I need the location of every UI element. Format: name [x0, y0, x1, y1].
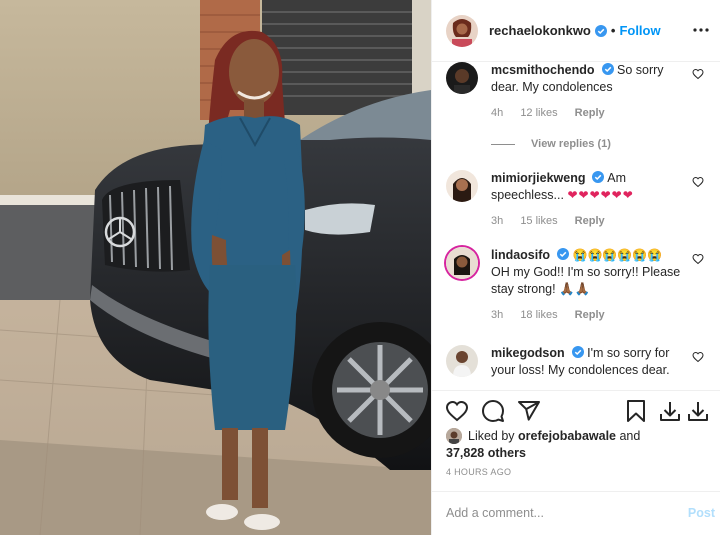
separator-dot: • [610, 23, 616, 38]
comment-meta: 3h 18 likes Reply [491, 307, 683, 324]
comment-body: mcsmithochendo So sorry dear. My condole… [491, 62, 683, 122]
comment-username[interactable]: mimiorjiekweng [491, 171, 585, 185]
comment-username[interactable]: mikegodson [491, 346, 565, 360]
comment-time[interactable]: 4h [491, 107, 503, 119]
comment-heart-icon[interactable] [692, 68, 704, 80]
comment-input[interactable]: Add a comment... [446, 506, 544, 520]
liked-by-user[interactable]: orefejobabawale [518, 429, 616, 443]
comment-avatar[interactable] [446, 247, 478, 279]
author-avatar[interactable] [446, 14, 478, 47]
verified-icon [571, 346, 584, 358]
post-header: rechaelokonkwo • Follow [432, 0, 720, 62]
comment-avatar[interactable] [446, 62, 478, 94]
comment-avatar[interactable] [446, 345, 478, 377]
author-username[interactable]: rechaelokonkwo [489, 23, 591, 38]
post-timestamp[interactable]: 4 HOURS AGO [446, 467, 511, 477]
replies-line [491, 143, 515, 145]
verified-icon [592, 171, 605, 183]
comment-username[interactable]: lindaosifo [491, 248, 550, 262]
view-replies-link[interactable]: View replies (1) [491, 138, 611, 150]
comment-meta: 3h 15 likes Reply [491, 213, 683, 230]
comment-body: mimiorjiekweng Am speechless... ❤❤❤❤❤❤ 3… [491, 170, 683, 230]
reply-button[interactable]: Reply [575, 107, 605, 119]
post-photo [0, 0, 431, 535]
heart-icon[interactable] [445, 399, 469, 423]
likes-summary: Liked by orefejobabawale and 37,828 othe… [446, 428, 716, 462]
download-icon[interactable] [686, 399, 710, 423]
more-icon[interactable] [691, 22, 711, 38]
comment-heart-icon[interactable] [692, 253, 704, 265]
comment-item: mcsmithochendo So sorry dear. My condole… [446, 62, 714, 137]
likes-text: Liked by orefejobabawale and [468, 428, 716, 445]
post-panel: rechaelokonkwo • Follow mcsmithochendo S… [431, 0, 720, 535]
comment-likes[interactable]: 18 likes [520, 309, 557, 321]
comment-likes[interactable]: 12 likes [520, 107, 557, 119]
follow-button[interactable]: Follow [619, 23, 660, 38]
likes-others-count[interactable]: 37,828 others [446, 446, 526, 460]
comment-username[interactable]: mcsmithochendo [491, 63, 595, 77]
share-icon[interactable] [517, 399, 541, 423]
post-image [0, 0, 431, 535]
comment-item: mikegodson I'm so sorry for your loss! M… [446, 345, 714, 390]
comments-list: mcsmithochendo So sorry dear. My condole… [432, 62, 720, 390]
comment-item: lindaosifo 😭😭😭😭😭😭 OH my God!! I'm so sor… [446, 247, 714, 327]
reply-button[interactable]: Reply [575, 309, 605, 321]
liked-by-prefix: Liked by [468, 429, 515, 443]
download-icon[interactable] [658, 399, 682, 423]
verified-icon [557, 248, 570, 260]
comment-heart-icon[interactable] [692, 176, 704, 188]
liker-avatar[interactable] [446, 428, 462, 444]
comment-time[interactable]: 3h [491, 215, 503, 227]
comment-body: lindaosifo 😭😭😭😭😭😭 OH my God!! I'm so sor… [491, 247, 683, 324]
comment-emoji: ❤❤❤❤❤❤ [567, 188, 634, 202]
comment-item: mimiorjiekweng Am speechless... ❤❤❤❤❤❤ 3… [446, 170, 714, 240]
liked-by-and: and [619, 429, 641, 443]
verified-icon [601, 63, 614, 75]
bookmark-icon[interactable] [624, 399, 648, 423]
comment-icon[interactable] [481, 399, 505, 423]
action-bar [432, 390, 720, 430]
verified-icon [594, 24, 607, 37]
comment-avatar[interactable] [446, 170, 478, 202]
comment-text: OH my God!! I'm so sorry!! Please stay s… [491, 265, 681, 296]
view-replies-label: View replies (1) [531, 138, 611, 150]
comment-meta: 4h 12 likes Reply [491, 105, 683, 122]
comment-heart-icon[interactable] [692, 351, 704, 363]
comment-likes[interactable]: 15 likes [520, 215, 557, 227]
comment-time[interactable]: 3h [491, 309, 503, 321]
add-comment-bar: Add a comment... Post [432, 491, 720, 535]
post-comment-button[interactable]: Post [688, 506, 715, 520]
comment-emoji: 😭😭😭😭😭😭 [572, 248, 663, 262]
reply-button[interactable]: Reply [575, 215, 605, 227]
comment-body: mikegodson I'm so sorry for your loss! M… [491, 345, 683, 379]
